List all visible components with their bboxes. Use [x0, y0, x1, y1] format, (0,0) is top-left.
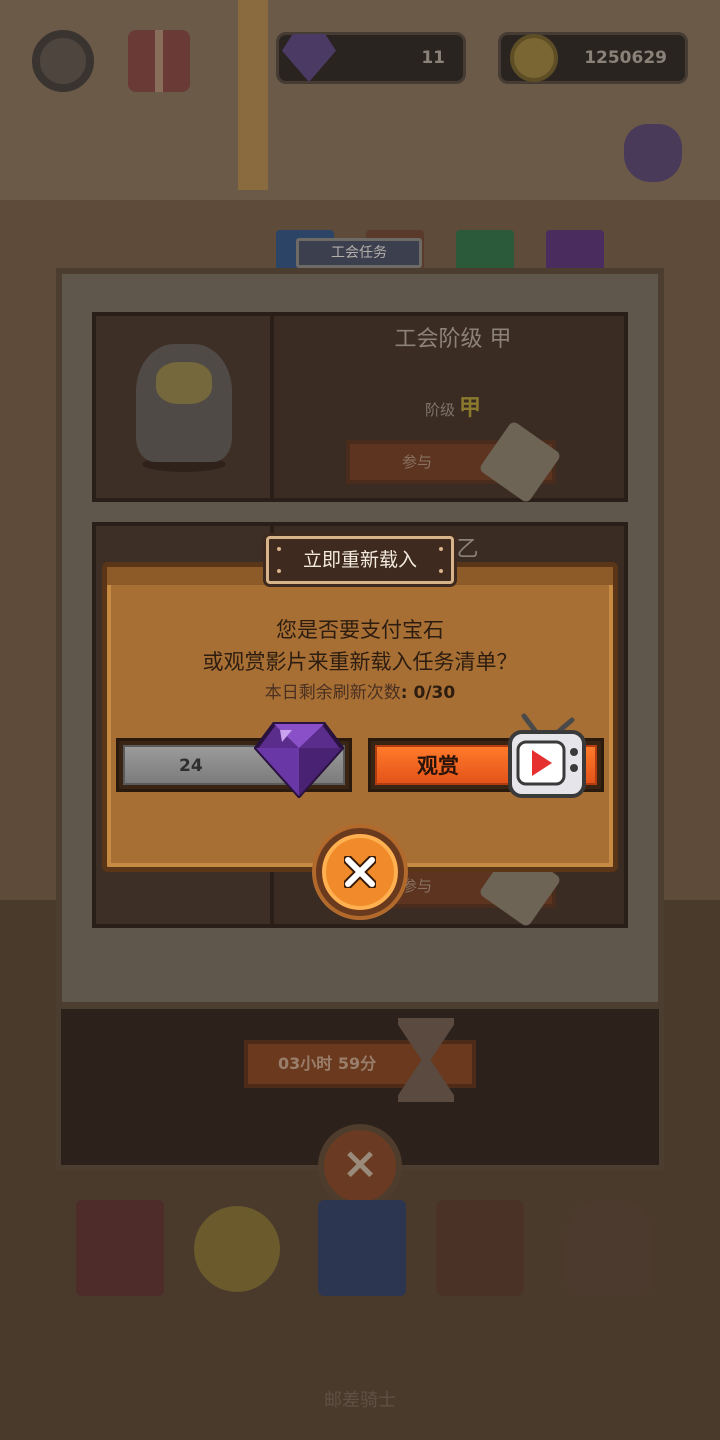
- quest-portrait: [96, 316, 274, 498]
- tab-purple[interactable]: [546, 230, 604, 270]
- gear-icon[interactable]: [32, 30, 94, 92]
- quest-title: 工会阶级 甲: [394, 327, 512, 352]
- quest-card: 工会阶级 甲 阶级甲 参与: [92, 312, 628, 504]
- refresh-remaining: 本日剩余刷新次数: 0/30: [102, 678, 618, 703]
- close-icon: [344, 856, 376, 888]
- nav-shop-icon[interactable]: [566, 1200, 654, 1296]
- rank-mark: 甲: [459, 396, 482, 421]
- dialog-message-line2: 或观赏影片来重新载入任务清单？: [202, 650, 518, 674]
- coin-count: 1250629: [584, 48, 667, 68]
- gift-icon[interactable]: [128, 30, 190, 92]
- gem-icon: [254, 722, 344, 798]
- nav-coin-icon[interactable]: [194, 1206, 280, 1292]
- board-tab-label: 工会任务: [296, 238, 422, 268]
- footer-title: 邮差骑士: [324, 1390, 396, 1411]
- board-close-button[interactable]: ×: [318, 1124, 402, 1208]
- rivet: [277, 547, 281, 551]
- nav-inventory-icon[interactable]: [436, 1200, 524, 1296]
- dialog-title-text: 立即重新载入: [302, 549, 417, 571]
- rank-label: 阶级: [424, 401, 455, 419]
- rivet: [277, 569, 281, 573]
- tv-icon: [508, 713, 586, 798]
- nav-cards-icon[interactable]: [318, 1200, 406, 1296]
- tab-green[interactable]: [456, 230, 514, 270]
- header-scene: [0, 0, 720, 200]
- wooden-pole: [238, 0, 268, 190]
- scroll-sword-icon: [478, 420, 562, 504]
- gem-count: 11: [421, 48, 445, 68]
- bag-icon[interactable]: [624, 124, 682, 182]
- coin-icon: [510, 34, 558, 82]
- knight-avatar: [136, 344, 232, 462]
- nav-book-icon[interactable]: [76, 1200, 164, 1296]
- dialog-message-line1: 您是否要支付宝石: [276, 618, 444, 642]
- dialog-close-button[interactable]: [316, 828, 404, 916]
- rivet: [439, 569, 443, 573]
- refresh-count: : 0/30: [400, 683, 456, 703]
- refresh-label: 本日剩余刷新次数: [264, 683, 401, 703]
- quest-rank: 阶级甲: [282, 394, 624, 424]
- rivet: [439, 547, 443, 551]
- dialog-title: 立即重新载入: [266, 536, 454, 584]
